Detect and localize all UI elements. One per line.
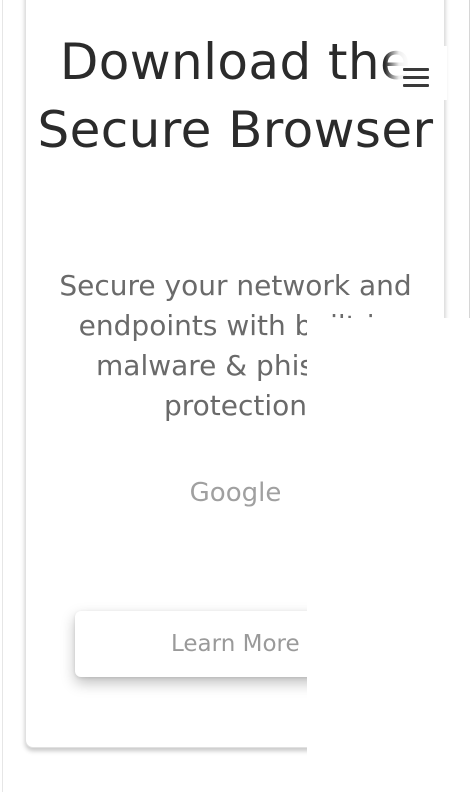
menu-bar-top [403, 68, 429, 71]
overlay-panel [307, 318, 471, 792]
hamburger-menu-icon[interactable] [401, 64, 431, 92]
menu-bar-bottom [403, 84, 429, 87]
menu-bar-middle [403, 76, 429, 79]
page-viewport: Download the Secure Browser Secure your … [0, 0, 471, 792]
